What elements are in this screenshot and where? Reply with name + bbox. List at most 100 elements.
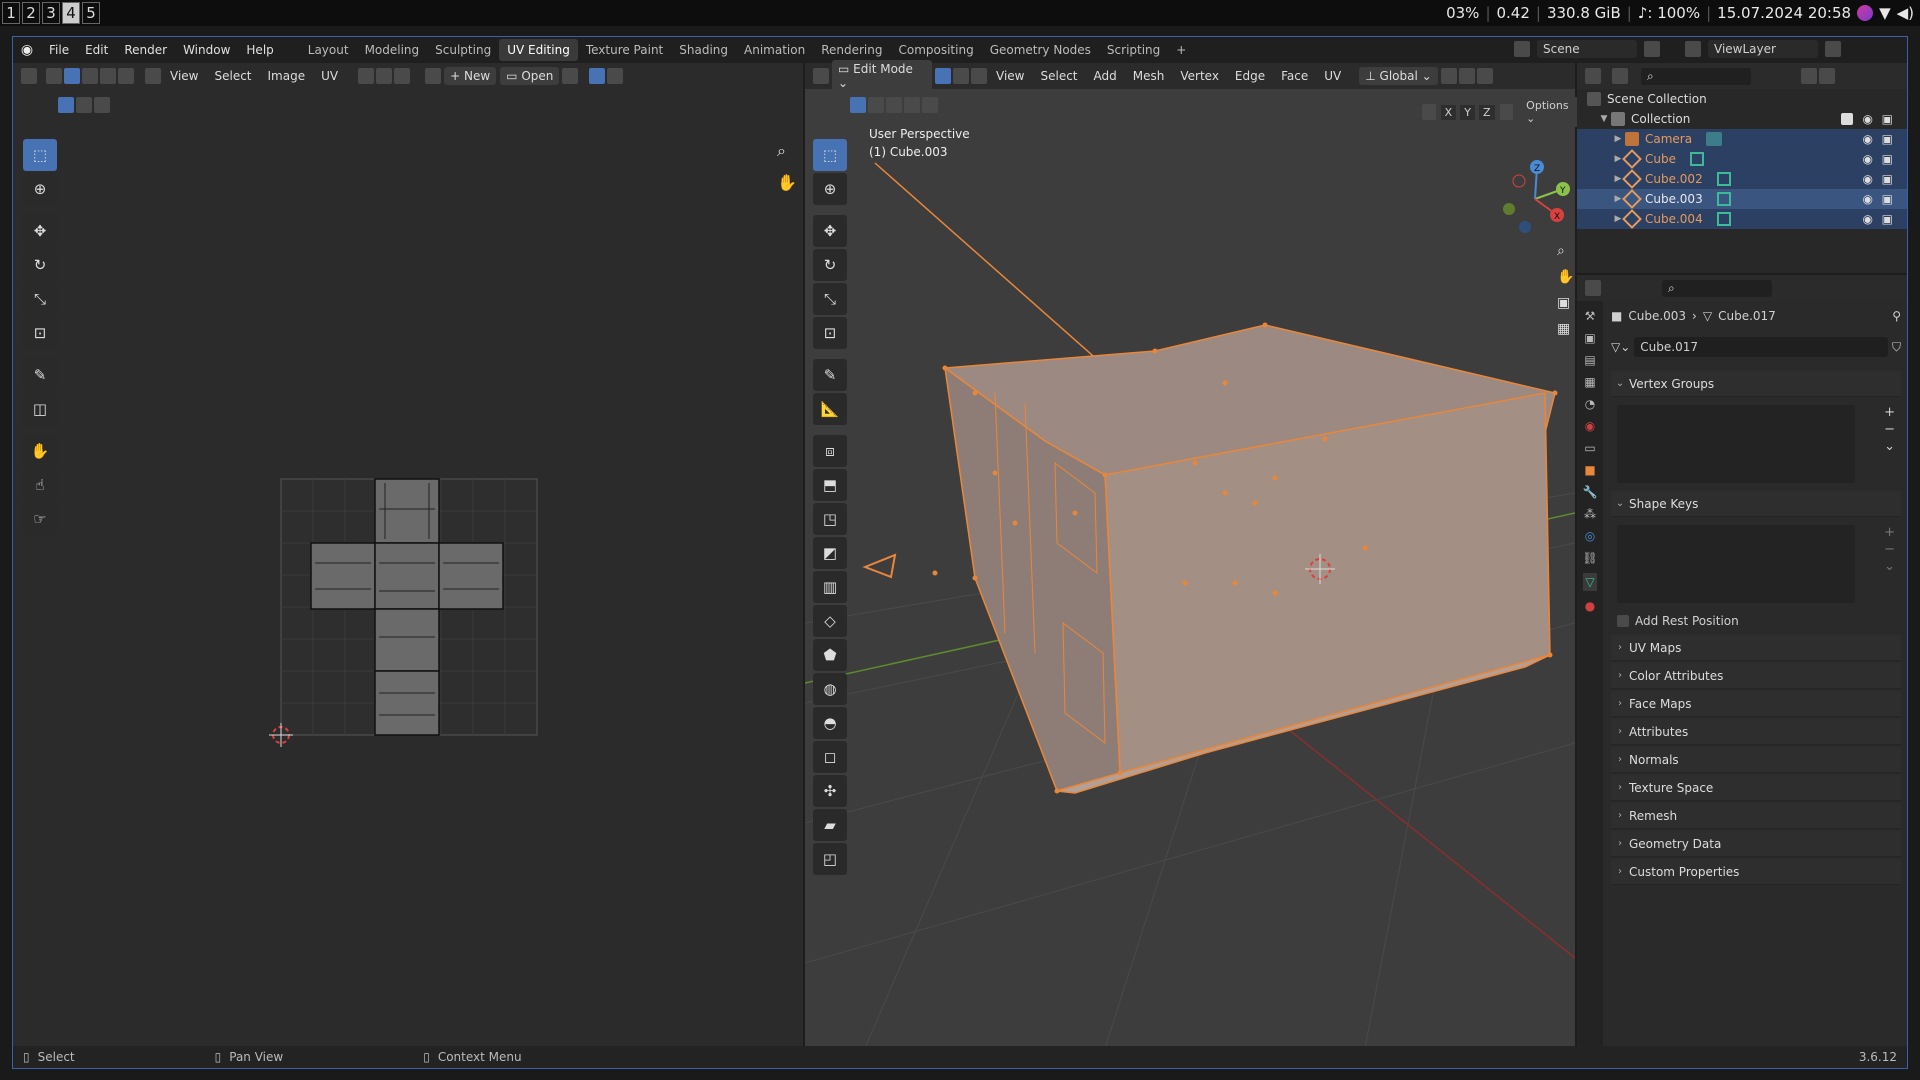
- outliner-item-cube-004[interactable]: ▶ Cube.004 ◉ ▣: [1577, 209, 1907, 229]
- pin-icon[interactable]: ⚲: [1892, 309, 1901, 323]
- uv-menu-uv[interactable]: UV: [313, 69, 346, 83]
- world-props-icon[interactable]: ◉: [1585, 419, 1595, 433]
- snap-icon[interactable]: [376, 68, 393, 84]
- vp-cursor-tool[interactable]: ⊕: [813, 173, 847, 205]
- image-browse-icon[interactable]: [425, 68, 442, 84]
- attributes-panel[interactable]: › Attributes: [1611, 719, 1901, 745]
- tab-sculpting[interactable]: Sculpting: [427, 39, 499, 61]
- app-tray-icon[interactable]: [1857, 5, 1874, 21]
- vp-transform-tool[interactable]: ⊡: [813, 317, 847, 349]
- visibility-icon[interactable]: ◉: [1863, 112, 1873, 126]
- speaker-icon[interactable]: ◀): [1897, 4, 1914, 22]
- view-layer-field[interactable]: ViewLayer: [1708, 40, 1818, 58]
- menu-help[interactable]: Help: [238, 43, 281, 57]
- output-props-icon[interactable]: ▤: [1584, 353, 1595, 367]
- new-image-button[interactable]: + New: [444, 67, 497, 85]
- uv-zoom-icon[interactable]: ⌕: [777, 141, 786, 161]
- vp-pan-icon[interactable]: ✋: [1557, 269, 1574, 285]
- material-props-icon[interactable]: ●: [1585, 599, 1595, 613]
- expand-arrow-icon[interactable]: ▼: [1597, 114, 1611, 124]
- vertex-group-specials-icon[interactable]: ⌄: [1884, 439, 1895, 454]
- fake-user-icon[interactable]: ⛉: [1892, 340, 1901, 355]
- outliner-root[interactable]: Scene Collection: [1577, 89, 1907, 109]
- scene-field[interactable]: Scene: [1537, 40, 1637, 58]
- wifi-icon[interactable]: ▼: [1879, 4, 1891, 22]
- workspace-1[interactable]: 1: [2, 2, 20, 24]
- outliner-search-icon[interactable]: ⌕: [1641, 67, 1751, 85]
- outliner-item-camera[interactable]: ▶ Camera ◉ ▣: [1577, 129, 1907, 149]
- outliner-editor-type-icon[interactable]: [1585, 68, 1601, 84]
- vp-ortho-icon[interactable]: ▦: [1557, 321, 1574, 337]
- mesh-data-props-icon[interactable]: ▽: [1583, 573, 1597, 591]
- tab-geometry-nodes[interactable]: Geometry Nodes: [982, 39, 1099, 61]
- custom-properties-panel[interactable]: › Custom Properties: [1611, 859, 1901, 885]
- shape-keys-panel[interactable]: ⌄ Shape Keys: [1611, 491, 1901, 517]
- open-image-button[interactable]: ▭ Open: [500, 67, 560, 85]
- add-shape-key-button[interactable]: +: [1884, 525, 1895, 540]
- editor-type-icon[interactable]: [21, 68, 37, 84]
- pin-icon[interactable]: [562, 68, 579, 84]
- navigation-gizmo[interactable]: Y Z X: [1495, 159, 1575, 239]
- visibility-icon[interactable]: ◉: [1863, 132, 1873, 146]
- rip-tool[interactable]: ◫: [23, 393, 57, 425]
- select-new-icon[interactable]: [58, 97, 74, 113]
- physics-props-icon[interactable]: ◎: [1585, 529, 1595, 543]
- vp-camera-icon[interactable]: ▣: [1557, 295, 1574, 311]
- render-icon[interactable]: ▣: [1882, 192, 1893, 206]
- render-icon[interactable]: ▣: [1882, 152, 1893, 166]
- rip-region-tool[interactable]: ◰: [813, 843, 847, 875]
- outliner-collection[interactable]: ▼ Collection ◉ ▣: [1577, 109, 1907, 129]
- scene-icon[interactable]: [1514, 41, 1530, 57]
- remove-vertex-group-button[interactable]: −: [1884, 422, 1895, 437]
- gizmo-neg-y-icon[interactable]: [1503, 203, 1515, 215]
- new-collection-icon[interactable]: [1819, 68, 1835, 84]
- menu-edit[interactable]: Edit: [77, 43, 116, 57]
- extrude-tool[interactable]: ⬒: [813, 469, 847, 501]
- workspace-5[interactable]: 5: [82, 2, 100, 24]
- knife-tool[interactable]: ◇: [813, 605, 847, 637]
- face-select-icon[interactable]: [100, 68, 116, 84]
- rotate-tool[interactable]: ↻: [23, 249, 57, 281]
- texture-space-panel[interactable]: › Texture Space: [1611, 775, 1901, 801]
- mesh-name-field[interactable]: Cube.017: [1634, 337, 1888, 357]
- workspace-2[interactable]: 2: [22, 2, 40, 24]
- pivot-icon[interactable]: [358, 68, 375, 84]
- properties-search-icon[interactable]: ⌕: [1662, 279, 1772, 297]
- gizmo-neg-x-icon[interactable]: [1512, 174, 1526, 188]
- vp-select-tool[interactable]: ⬚: [813, 139, 847, 171]
- remove-shape-key-button[interactable]: −: [1884, 542, 1895, 557]
- shrink-fatten-tool[interactable]: ✣: [813, 775, 847, 807]
- select-box-tool[interactable]: ⬚: [23, 139, 57, 171]
- select-subtract-icon[interactable]: [94, 97, 110, 113]
- filter-icon[interactable]: [1801, 68, 1817, 84]
- render-props-icon[interactable]: ▣: [1584, 331, 1595, 345]
- vertex-groups-panel[interactable]: ⌄ Vertex Groups: [1611, 371, 1901, 397]
- geometry-data-panel[interactable]: › Geometry Data: [1611, 831, 1901, 857]
- vp-move-tool[interactable]: ✥: [813, 215, 847, 247]
- new-view-layer-icon[interactable]: [1825, 41, 1841, 57]
- uv-pan-icon[interactable]: ✋: [777, 173, 797, 192]
- pinch-tool[interactable]: ☞: [23, 503, 57, 535]
- color-attributes-panel[interactable]: › Color Attributes: [1611, 663, 1901, 689]
- new-scene-icon[interactable]: [1644, 41, 1660, 57]
- render-icon[interactable]: ▣: [1882, 112, 1893, 126]
- bevel-tool[interactable]: ◩: [813, 537, 847, 569]
- tab-modeling[interactable]: Modeling: [357, 39, 428, 61]
- vp-zoom-icon[interactable]: ⌕: [1557, 243, 1574, 259]
- visibility-icon[interactable]: ◉: [1863, 192, 1873, 206]
- island-select-icon[interactable]: [118, 68, 134, 84]
- sticky-select-icon[interactable]: [145, 68, 161, 84]
- vp-measure-tool[interactable]: 📐: [813, 393, 847, 425]
- vp-scale-tool[interactable]: ⤡: [813, 283, 847, 315]
- mesh-browse-icon[interactable]: ▽⌄: [1611, 340, 1630, 354]
- collection-checkbox[interactable]: [1841, 113, 1853, 125]
- blender-logo-icon[interactable]: ◉: [13, 42, 41, 58]
- poly-build-tool[interactable]: ⬟: [813, 639, 847, 671]
- select-extend-icon[interactable]: [76, 97, 92, 113]
- particles-props-icon[interactable]: ⁂: [1584, 507, 1596, 521]
- proportional-icon[interactable]: [394, 68, 411, 84]
- grab-tool[interactable]: ✋: [23, 435, 57, 467]
- scene-props-icon[interactable]: ◔: [1585, 397, 1595, 411]
- shape-key-specials-icon[interactable]: ⌄: [1884, 559, 1895, 574]
- edge-slide-tool[interactable]: ◻: [813, 741, 847, 773]
